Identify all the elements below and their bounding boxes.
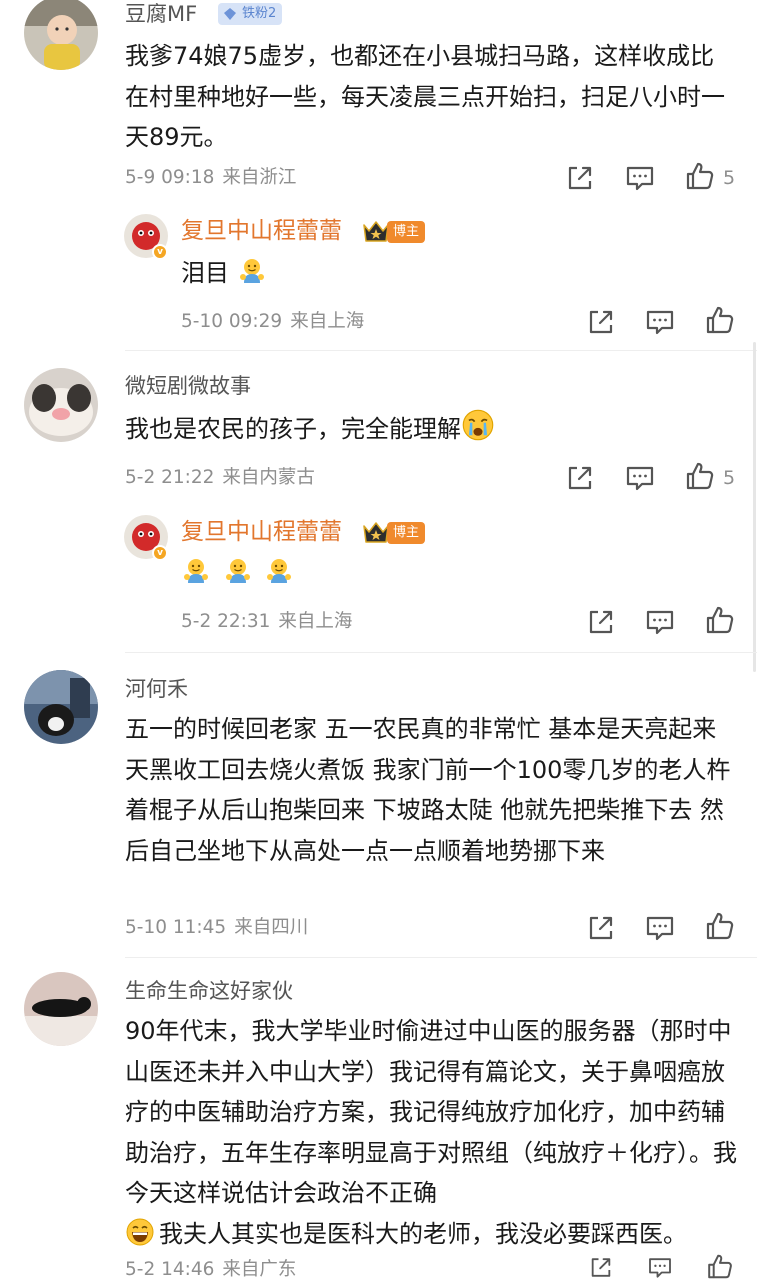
comment-text: 五一的时候回老家 五一农民真的非常忙 基本是天亮起来天黑收工回去烧火煮饭 我家门… — [125, 715, 731, 865]
verified-icon: v — [152, 244, 168, 260]
like-icon[interactable] — [685, 161, 715, 191]
like-icon[interactable] — [705, 305, 735, 335]
reply-text-content: 泪目 — [181, 259, 229, 287]
hug-emoji-icon — [264, 556, 294, 586]
hug-emoji-icon — [223, 556, 253, 586]
user-avatar[interactable] — [24, 670, 98, 744]
blogger-badge: 博主 — [387, 522, 426, 544]
reply-text — [181, 553, 294, 594]
fan-badge: 铁粉2 — [218, 3, 283, 25]
comment-username[interactable]: 河何禾 — [125, 675, 188, 703]
comment-icon[interactable] — [645, 1255, 675, 1280]
laughing-emoji-icon — [125, 1217, 155, 1247]
comment-icon[interactable] — [645, 913, 675, 943]
comment-location: 来自广东 — [222, 1259, 297, 1280]
share-icon[interactable] — [586, 1255, 616, 1280]
comment-time: 5-9 09:18 — [125, 167, 215, 188]
reply-meta: 5-2 22:31 来自上海 — [181, 610, 352, 634]
verified-icon: v — [152, 545, 168, 561]
divider — [125, 652, 757, 653]
comment-meta: 5-10 11:45 来自四川 — [125, 916, 308, 940]
share-icon[interactable] — [565, 463, 595, 493]
reply-text: 泪目 — [181, 253, 267, 294]
like-count: 5 — [723, 167, 736, 189]
comment-text: 我也是农民的孩子，完全能理解 — [125, 408, 737, 450]
hug-emoji-icon — [237, 256, 267, 286]
user-avatar[interactable] — [24, 0, 98, 70]
comment-location: 来自四川 — [234, 917, 309, 938]
share-icon[interactable] — [565, 163, 595, 193]
comment-username[interactable]: 生命生命这好家伙 — [125, 977, 293, 1005]
share-icon[interactable] — [586, 607, 616, 637]
like-icon[interactable] — [705, 605, 735, 635]
comment-location: 来自内蒙古 — [222, 467, 315, 488]
crying-emoji-icon — [461, 408, 495, 442]
comment-meta: 5-2 21:22 来自内蒙古 — [125, 466, 315, 490]
comment-icon[interactable] — [645, 307, 675, 337]
comment-location: 来自浙江 — [222, 167, 297, 188]
comment-time: 5-2 14:46 — [125, 1259, 215, 1280]
comment-meta: 5-2 14:46 来自广东 — [125, 1258, 296, 1280]
blogger-badge: 博主 — [387, 221, 426, 243]
reply-meta: 5-10 09:29 来自上海 — [181, 310, 364, 334]
comment-time: 5-10 11:45 — [125, 917, 227, 938]
comment-icon[interactable] — [645, 607, 675, 637]
comment-text-content: 我也是农民的孩子，完全能理解 — [125, 415, 461, 443]
comment-meta: 5-9 09:18 来自浙江 — [125, 166, 296, 190]
fan-badge-label: 铁粉2 — [242, 6, 277, 21]
reply-location: 来自上海 — [278, 611, 353, 632]
comment-username[interactable]: 微短剧微故事 — [125, 372, 251, 400]
share-icon[interactable] — [586, 307, 616, 337]
comment-text: 90年代末，我大学毕业时偷进过中山医的服务器（那时中山医还未并入中山大学）我记得… — [125, 1011, 737, 1254]
hug-emoji-icon — [181, 556, 211, 586]
reply-username[interactable]: 复旦中山程蕾蕾 — [181, 216, 342, 246]
share-icon[interactable] — [586, 913, 616, 943]
reply-time: 5-10 09:29 — [181, 311, 283, 332]
like-icon[interactable] — [705, 1253, 735, 1280]
reply-time: 5-2 22:31 — [181, 611, 271, 632]
comment-time: 5-2 21:22 — [125, 467, 215, 488]
user-avatar[interactable] — [24, 368, 98, 442]
user-avatar[interactable] — [24, 972, 98, 1046]
diamond-icon — [224, 8, 236, 20]
scrollbar[interactable] — [753, 342, 756, 672]
like-count: 5 — [723, 467, 736, 489]
comment-text-content: 90年代末，我大学毕业时偷进过中山医的服务器（那时中山医还未并入中山大学）我记得… — [125, 1017, 737, 1207]
comment-text: 我爹74娘75虚岁，也都还在小县城扫马路，这样收成比在村里种地好一些，每天凌晨三… — [125, 42, 725, 151]
comment-icon[interactable] — [625, 163, 655, 193]
comment-username[interactable]: 豆腐MF — [125, 0, 197, 28]
divider — [125, 957, 757, 958]
comment-icon[interactable] — [625, 463, 655, 493]
divider — [125, 350, 757, 351]
comment-text-continued: 我夫人其实也是医科大的老师，我没必要踩西医。 — [159, 1219, 687, 1248]
reply-username[interactable]: 复旦中山程蕾蕾 — [181, 517, 342, 547]
reply-location: 来自上海 — [290, 311, 365, 332]
like-icon[interactable] — [685, 461, 715, 491]
like-icon[interactable] — [705, 911, 735, 941]
